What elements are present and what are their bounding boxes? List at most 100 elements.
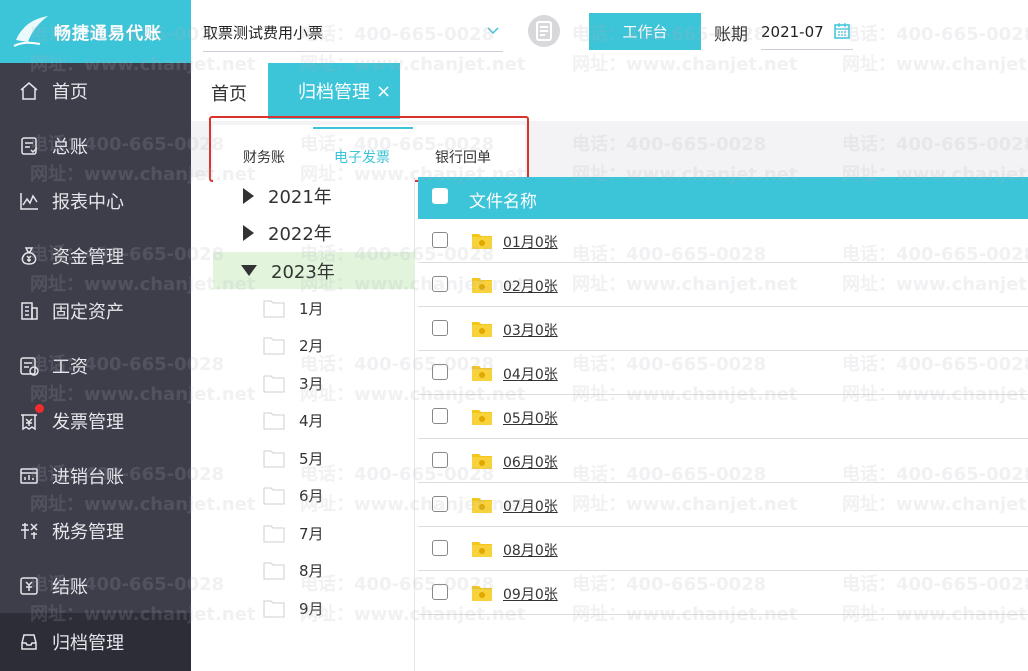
folder-outline-icon [263,450,285,468]
file-link[interactable]: 05月0张 [503,408,558,428]
close-icon[interactable]: × [376,81,391,102]
archive-icon [18,631,40,653]
row-checkbox[interactable] [432,584,448,600]
tree-month-item[interactable]: 6月 [263,480,324,510]
folder-outline-icon [263,412,285,430]
folder-icon [472,586,492,601]
sidebar: 畅捷通易代账 首页 总账 报表中心 资金管理 固定资产 工资 发票管理 进销台账… [0,0,191,671]
tree-year-label: 2022年 [268,223,332,245]
table-row: 06月0张 [418,439,1028,483]
folder-outline-icon [263,487,285,505]
sidebar-item-label: 总账 [52,136,88,158]
row-checkbox[interactable] [432,408,448,424]
folder-icon [472,498,492,513]
logo-icon [13,15,48,47]
tree-month-item[interactable]: 7月 [263,518,324,548]
money-bag-icon [18,245,40,267]
row-checkbox[interactable] [432,496,448,512]
sidebar-item-label: 税务管理 [52,521,124,543]
workbench-button[interactable]: 工作台 [589,13,701,50]
company-select[interactable]: 取票测试费用小票 [203,14,503,52]
tree-month-item[interactable]: 5月 [263,443,324,473]
file-link[interactable]: 02月0张 [503,276,558,296]
file-link[interactable]: 06月0张 [503,452,558,472]
tree-month-item[interactable]: 3月 [263,368,324,398]
tree-year-label: 2021年 [268,186,332,208]
folder-icon [472,410,492,425]
sidebar-item-label: 资金管理 [52,246,124,268]
tree-year-2021[interactable]: 2021年 [213,177,415,214]
sidebar-item-closing[interactable]: 结账 [0,558,191,613]
table-row: 05月0张 [418,395,1028,439]
select-all-checkbox[interactable] [432,188,448,204]
tree-year-2022[interactable]: 2022年 [213,214,415,251]
tree-year-2023[interactable]: 2023年 [213,252,415,289]
file-link[interactable]: 04月0张 [503,364,558,384]
sidebar-item-archive[interactable]: 归档管理 [0,613,191,671]
home-icon [18,80,40,102]
sidebar-item-reports[interactable]: 报表中心 [0,173,191,228]
tree-month-item[interactable]: 9月 [263,593,324,623]
table-row: 03月0张 [418,307,1028,351]
invoice-icon [18,403,44,432]
company-name: 取票测试费用小票 [203,24,324,42]
building-icon [18,300,40,322]
sidebar-item-fixed-assets[interactable]: 固定资产 [0,283,191,338]
row-checkbox[interactable] [432,452,448,468]
folder-icon [472,234,492,249]
sidebar-item-label: 结账 [52,576,88,598]
notification-dot [35,403,44,413]
folder-outline-icon [263,562,285,580]
sidebar-item-tax[interactable]: 税务管理 [0,503,191,558]
caret-right-icon [243,224,254,241]
closing-icon [18,575,40,597]
tree-month-item[interactable]: 2月 [263,330,324,360]
app-logo[interactable]: 畅捷通易代账 [0,0,191,63]
tree-month-item[interactable]: 4月 [263,405,324,435]
folder-icon [472,366,492,381]
folder-outline-icon [263,525,285,543]
calculator-icon[interactable] [527,14,561,48]
file-link[interactable]: 07月0张 [503,496,558,516]
file-link[interactable]: 08月0张 [503,540,558,560]
sidebar-item-inventory[interactable]: 进销台账 [0,448,191,503]
folder-outline-icon [263,600,285,618]
folder-icon [472,542,492,557]
logo-text: 畅捷通易代账 [54,24,162,44]
table-row: 04月0张 [418,351,1028,395]
tree-month-item[interactable]: 8月 [263,555,324,585]
tab-archive[interactable]: 归档管理 × [268,63,400,119]
row-checkbox[interactable] [432,276,448,292]
file-link[interactable]: 03月0张 [503,320,558,340]
file-link[interactable]: 01月0张 [503,232,558,252]
tab-home[interactable]: 首页 [211,80,247,106]
sidebar-item-salary[interactable]: 工资 [0,338,191,393]
sidebar-item-label: 工资 [52,356,88,378]
table-header: 文件名称 [418,177,1028,219]
sidebar-item-ledger[interactable]: 总账 [0,118,191,173]
sidebar-item-home[interactable]: 首页 [0,63,191,118]
folder-outline-icon [263,375,285,393]
calendar-icon [834,23,850,39]
tree-month-item[interactable]: 1月 [263,293,324,323]
sidebar-item-invoice[interactable]: 发票管理 [0,393,191,448]
salary-icon [18,355,40,377]
table-row: 07月0张 [418,483,1028,527]
file-table: 文件名称 01月0张 02月0张 03月0张 04月0张 05月0张 06月0张… [418,177,1028,671]
row-checkbox[interactable] [432,232,448,248]
row-checkbox[interactable] [432,540,448,556]
period-picker[interactable]: 2021-07 [761,14,853,50]
folder-icon [472,278,492,293]
sidebar-item-funds[interactable]: 资金管理 [0,228,191,283]
row-checkbox[interactable] [432,320,448,336]
page-tabs: 首页 归档管理 × [191,63,1028,121]
sidebar-item-label: 发票管理 [52,411,124,433]
row-checkbox[interactable] [432,364,448,380]
caret-down-icon [241,265,257,276]
file-link[interactable]: 09月0张 [503,584,558,604]
chevron-down-icon [487,27,499,35]
year-month-tree: 2021年 2022年 2023年 1月 2月 3月 4月 5月 6月 7月 8… [213,177,415,671]
folder-outline-icon [263,337,285,355]
table-row: 09月0张 [418,571,1028,615]
table-row: 02月0张 [418,263,1028,307]
